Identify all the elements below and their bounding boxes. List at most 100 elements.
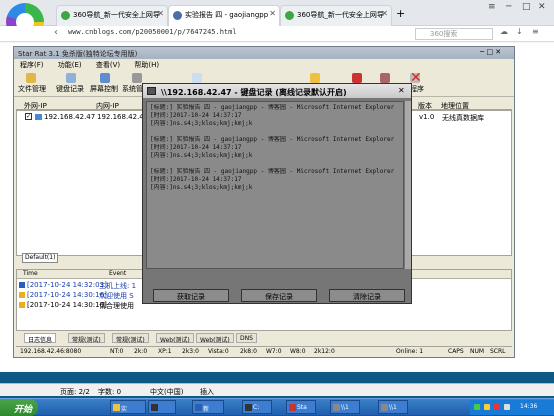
host-icon [19,282,25,288]
taskbar-item[interactable]: C: [242,400,272,414]
tab-label: 360导航_新一代安全上网导 [73,11,160,19]
tab-web-2[interactable]: Web(测试) [196,333,234,344]
log-col-time: Time [23,270,38,277]
status-nt: NT:0 [110,348,124,355]
menu-more-icon[interactable]: ≡ [532,27,539,36]
status-ip: 192.168.42.46:8080 [20,348,82,355]
get-record-button[interactable]: 获取记录 [153,289,229,302]
status-w8: W8:0 [290,348,306,355]
menu-program[interactable]: 程序(F) [20,61,44,69]
tab-bar: 360导航_新一代安全上网导 ✕ 实验报告 四 - gaojiangpp ✕ 360… [0,0,554,26]
close-icon[interactable]: ✕ [381,9,388,18]
system-tray [470,400,554,415]
download-icon[interactable]: ↓ [516,27,523,36]
minimize-icon[interactable]: ─ [506,2,511,12]
word-count: 字数: 0 [98,388,122,396]
log-row: [2017-10-24 14:30:16] 欢迎使用 S [19,291,134,300]
row-wan-ip: 192.168.42.47 [44,113,96,121]
tab-default[interactable]: Default(1) [22,253,58,263]
search-input[interactable]: 360搜索 [415,28,493,40]
tab-log-info[interactable]: 日志信息 [24,333,57,344]
log-time: [2017-10-24 14:30:16] [27,301,107,309]
screen-control-button[interactable]: 屏幕控制 [90,84,118,94]
tab-normal-2[interactable]: 常规(测试) [112,333,149,344]
status-caps: CAPS [448,348,464,355]
taskbar-item[interactable]: \\1 [378,400,408,414]
language[interactable]: 中文(中国) [150,387,183,397]
word-icon [195,404,202,411]
screen-icon [100,73,110,83]
taskbar-label: 新 [203,406,210,413]
taskbar-label: 实 [121,406,128,413]
taskbar-label: \\1 [341,404,349,411]
back-icon[interactable]: ‹ [54,27,58,38]
menu-view[interactable]: 查看(V) [96,61,120,69]
close-window-icon[interactable]: ✕ [538,2,546,12]
status-w7: W7:0 [266,348,282,355]
status-scrl: SCRL [490,348,506,355]
tray-icon[interactable] [484,404,490,410]
tool-icon [352,73,362,83]
start-button[interactable]: 开始 [0,399,38,416]
taskbar-item[interactable]: 新 [192,400,224,414]
keylog-text[interactable]: [标题:] 实验报告 四 - gaojiangpp - 博客园 - Micros… [146,101,404,269]
tab-label: 实验报告 四 - gaojiangpp [185,11,269,19]
scrollbar[interactable] [405,101,411,269]
row-version: v1.0 [419,113,435,121]
status-2k: 2k:0 [134,348,148,355]
file-manager-button[interactable]: 文件管理 [18,84,46,94]
tab-dns[interactable]: DNS [236,333,257,343]
maximize-icon[interactable]: □ [522,2,531,12]
taskbar-label: C: [253,404,260,411]
page-count: 页面: 2/2 [60,388,90,396]
keylog-button[interactable]: 键盘记录 [56,84,84,94]
rat-icon [289,404,296,411]
taskbar-item[interactable]: Sta [286,400,316,414]
app-window-controls[interactable]: ─ □ ✕ [480,48,501,56]
status-num: NUM [470,348,485,355]
insert-mode[interactable]: 插入 [200,387,214,397]
log-line: [时间:]2017-10-24 14:37:17 [150,112,242,119]
row-location: 无线真数据库 [442,114,484,122]
menu-function[interactable]: 功能(E) [58,61,82,69]
cmd-icon [245,404,252,411]
keylog-dialog: \\192.168.42.47 - 键盘记录 (离线记录默认开启) ✕ [标题:… [142,83,412,304]
row-checkbox[interactable]: ✓ [25,113,32,120]
save-record-button[interactable]: 保存记录 [241,289,317,302]
volume-icon[interactable] [504,404,510,410]
dialog-title: \\192.168.42.47 - 键盘记录 (离线记录默认开启) [143,84,411,98]
log-tabs: 日志信息 常规(测试) 常规(测试) Web(测试) Web(测试) DNS [16,333,512,344]
tab-web-1[interactable]: Web(测试) [156,333,194,344]
menu-help[interactable]: 帮助(H) [134,61,159,69]
log-msg: 欢迎使用 S [99,292,134,300]
tab-normal-1[interactable]: 常规(测试) [68,333,105,344]
taskbar-item[interactable]: 实 [110,400,146,414]
tab-360-nav-1[interactable]: 360导航_新一代安全上网导 ✕ [56,5,168,26]
close-icon[interactable]: ✕ [269,9,276,18]
tab-report[interactable]: 实验报告 四 - gaojiangpp ✕ [168,5,280,26]
clear-record-button[interactable]: 清除记录 [329,289,405,302]
taskbar-item[interactable]: \\1 [330,400,360,414]
tab-360-nav-2[interactable]: 360导航_新一代安全上网导 ✕ [280,5,392,26]
star-icon [19,302,25,308]
menu-icon[interactable]: ≡ [488,2,496,12]
taskbar-item[interactable] [148,400,176,414]
tray-icon[interactable] [474,404,480,410]
window-icon [381,404,388,411]
url-input[interactable]: www.cnblogs.com/p20050001/p/7647245.html [68,28,408,40]
status-2k3: 2k3:0 [182,348,199,355]
status-2k12: 2k12:0 [314,348,335,355]
log-line: [标题:] 实验报告 四 - gaojiangpp - 博客园 - Micros… [150,136,395,143]
cloud-icon[interactable]: ☁ [500,27,508,36]
tray-icon[interactable] [494,404,500,410]
folder-icon [26,73,36,83]
clock[interactable]: 14:36 [520,403,537,410]
close-icon[interactable]: ✕ [398,86,405,95]
tab-favicon-icon [173,11,182,20]
log-row: [2017-10-24 14:32:03] 主机上线: 1 [19,281,136,290]
log-line: [内容:]ns.s4;3;klos;kmj;kmj;k [150,120,253,127]
new-tab-button[interactable]: + [396,7,405,20]
close-icon[interactable]: ✕ [157,9,164,18]
keyboard-icon [66,73,76,83]
